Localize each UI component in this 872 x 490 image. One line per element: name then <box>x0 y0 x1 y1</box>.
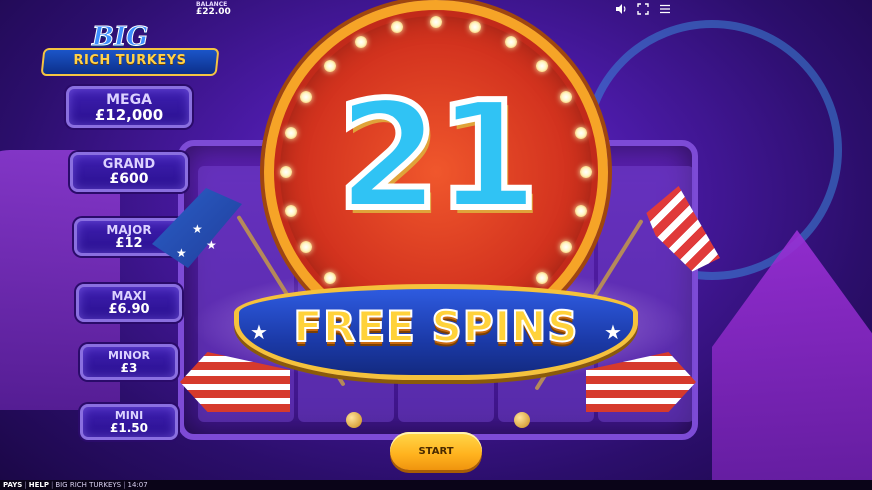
footer-bar: PAYS | HELP | BIG RICH TURKEYS | 14:07 <box>0 480 872 490</box>
marquee-bulb <box>430 16 442 28</box>
jackpot-name: MINI <box>114 409 144 422</box>
marquee-bulb <box>536 59 549 72</box>
pole-knob <box>514 412 530 428</box>
fullscreen-icon[interactable] <box>636 3 650 17</box>
marquee-bulb <box>536 272 549 285</box>
marquee-bulb <box>505 36 517 49</box>
star-icon: ★ <box>192 222 203 236</box>
game-logo: BIG RICH TURKEYS <box>40 8 220 80</box>
marquee-bulb <box>559 241 572 253</box>
jackpot-value: £6.90 <box>108 301 150 317</box>
marquee-bulb <box>468 21 481 34</box>
jackpot-minor: MINOR £3 <box>80 344 178 380</box>
marquee-bulb <box>323 272 336 285</box>
jackpot-grand: GRAND £600 <box>70 152 188 192</box>
jackpot-value: £1.50 <box>110 420 148 435</box>
marquee-bulb <box>300 241 313 253</box>
jackpot-mega: MEGA £12,000 <box>66 86 192 128</box>
logo-subtitle: RICH TURKEYS <box>73 53 187 68</box>
free-spins-label: FREE SPINS <box>292 301 579 352</box>
jackpot-name: MAXI <box>111 289 147 303</box>
jackpot-maxi: MAXI £6.90 <box>76 284 182 322</box>
marquee-bulb <box>391 21 404 34</box>
game-scene: BIG RICH TURKEYS BALANCE £22.00 MEGA £12… <box>0 0 872 490</box>
jackpot-name: MINOR <box>107 349 151 362</box>
balance-value: £22.00 <box>196 7 231 17</box>
marquee-bulb <box>323 59 336 72</box>
balance-display: BALANCE £22.00 <box>196 2 231 17</box>
separator: | <box>24 481 27 489</box>
jackpot-value: £12,000 <box>94 105 164 124</box>
jackpot-mini: MINI £1.50 <box>80 404 178 440</box>
marquee-bulb <box>355 36 367 49</box>
separator: | <box>50 481 54 489</box>
jackpot-name: GRAND <box>102 157 156 172</box>
jackpot-value: £3 <box>120 360 138 375</box>
separator: | <box>123 481 126 489</box>
star-icon: ★ <box>206 238 217 252</box>
pole-knob <box>346 412 362 428</box>
footer-game-name: BIG RICH TURKEYS <box>55 481 122 489</box>
free-spins-count: 21 <box>334 70 542 242</box>
star-icon: ★ <box>176 246 187 260</box>
pays-link[interactable]: PAYS <box>3 481 22 489</box>
menu-icon[interactable] <box>658 3 672 17</box>
jackpot-value: £600 <box>109 170 149 187</box>
footer-clock: 14:07 <box>127 481 148 489</box>
speaker-icon[interactable] <box>614 3 628 17</box>
start-button[interactable]: START <box>390 432 482 470</box>
help-link[interactable]: HELP <box>29 481 49 489</box>
